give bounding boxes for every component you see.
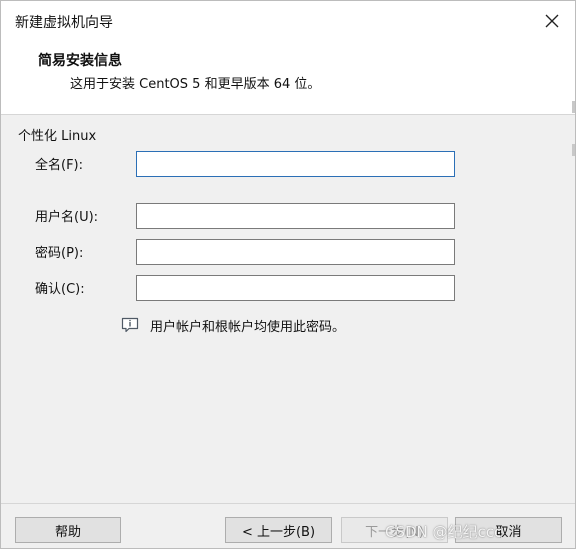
back-button[interactable]: < 上一步(B) bbox=[225, 517, 332, 543]
section-label: 个性化 Linux bbox=[18, 129, 97, 144]
cancel-button[interactable]: 取消 bbox=[455, 517, 562, 543]
right-edge-mark bbox=[572, 144, 575, 156]
info-bubble-icon bbox=[120, 316, 140, 334]
password-label: 密码(P): bbox=[35, 246, 84, 261]
full-name-label: 全名(F): bbox=[35, 158, 84, 173]
password-input[interactable] bbox=[136, 239, 455, 265]
close-button[interactable] bbox=[541, 9, 563, 33]
next-button[interactable]: 下一步(N) bbox=[341, 517, 448, 543]
header-title: 简易安装信息 bbox=[38, 53, 122, 69]
footer-separator bbox=[1, 503, 575, 504]
title-bar: 新建虚拟机向导 bbox=[1, 1, 575, 41]
wizard-window: 新建虚拟机向导 简易安装信息 这用于安装 CentOS 5 和更早版本 64 位… bbox=[0, 0, 576, 549]
confirm-label: 确认(C): bbox=[35, 282, 85, 297]
wizard-header: 简易安装信息 这用于安装 CentOS 5 和更早版本 64 位。 bbox=[1, 41, 575, 115]
full-name-input[interactable] bbox=[136, 151, 455, 177]
username-label: 用户名(U): bbox=[35, 210, 99, 225]
window-title: 新建虚拟机向导 bbox=[15, 15, 113, 31]
confirm-password-input[interactable] bbox=[136, 275, 455, 301]
username-input[interactable] bbox=[136, 203, 455, 229]
help-button[interactable]: 帮助 bbox=[15, 517, 121, 543]
header-subtitle: 这用于安装 CentOS 5 和更早版本 64 位。 bbox=[70, 77, 321, 92]
close-icon bbox=[545, 14, 559, 28]
right-edge-mark bbox=[572, 101, 575, 113]
info-text: 用户帐户和根帐户均使用此密码。 bbox=[150, 320, 346, 335]
